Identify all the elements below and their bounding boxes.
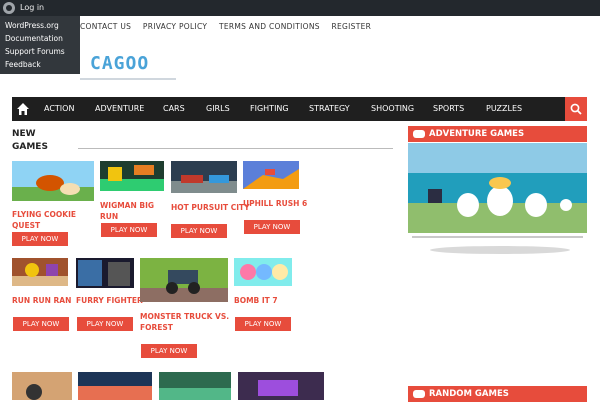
game-title[interactable]: UPHILL RUSH 6 [243, 198, 313, 209]
search-icon [570, 103, 582, 115]
game-title[interactable]: WIGMAN BIG RUN [100, 200, 170, 222]
game-thumbnail[interactable] [100, 161, 164, 191]
nav-shooting[interactable]: SHOOTING [371, 97, 414, 121]
game-thumbnail[interactable] [159, 372, 231, 400]
site-logo[interactable]: CAGOO [80, 50, 180, 80]
game-title[interactable]: FURRY FIGHTER [76, 295, 146, 306]
nav-puzzles[interactable]: PUZZLES [486, 97, 522, 121]
adventure-games-widget-header: ADVENTURE GAMES [408, 126, 587, 142]
game-title[interactable]: FLYING COOKIE QUEST [12, 209, 102, 231]
play-now-button[interactable]: PLAY NOW [235, 317, 291, 331]
terms-link[interactable]: TERMS AND CONDITIONS [219, 22, 320, 31]
play-now-button[interactable]: PLAY NOW [171, 224, 227, 238]
game-thumbnail[interactable] [140, 258, 228, 302]
adventure-game-image[interactable] [408, 143, 587, 233]
logo-underline [80, 78, 176, 80]
login-link[interactable]: Log in [20, 2, 44, 14]
top-nav: CONTACT US PRIVACY POLICY TERMS AND COND… [80, 22, 380, 31]
game-thumbnail[interactable] [243, 161, 299, 189]
privacy-policy-link[interactable]: PRIVACY POLICY [143, 22, 207, 31]
section-divider [78, 148, 393, 149]
wordpress-logo-icon[interactable] [3, 2, 15, 14]
game-card[interactable] [76, 258, 134, 288]
search-button[interactable] [565, 97, 587, 121]
wordpress-dropdown-menu: WordPress.org Documentation Support Foru… [0, 16, 80, 74]
nav-girls[interactable]: GIRLS [206, 97, 230, 121]
play-now-button[interactable]: PLAY NOW [12, 232, 68, 246]
game-title[interactable]: BOMB IT 7 [234, 295, 294, 306]
game-title[interactable]: RUN RUN RAN [12, 295, 82, 306]
game-thumbnail[interactable] [76, 258, 134, 288]
gamepad-icon [413, 390, 425, 398]
game-card[interactable] [171, 161, 237, 193]
nav-sports[interactable]: SPORTS [433, 97, 464, 121]
play-now-button[interactable]: PLAY NOW [244, 220, 300, 234]
menu-item-wordpress-org[interactable]: WordPress.org [0, 19, 80, 32]
game-thumbnail[interactable] [238, 372, 324, 400]
game-card[interactable] [234, 258, 292, 286]
widget-divider [412, 236, 583, 238]
game-card[interactable] [100, 161, 164, 191]
wp-admin-bar: Log in [0, 0, 600, 16]
game-thumbnail[interactable] [234, 258, 292, 286]
contact-us-link[interactable]: CONTACT US [80, 22, 131, 31]
nav-strategy[interactable]: STRATEGY [309, 97, 350, 121]
game-thumbnail[interactable] [78, 372, 152, 400]
nav-adventure[interactable]: ADVENTURE [95, 97, 144, 121]
widget-shadow [430, 246, 570, 254]
play-now-button[interactable]: PLAY NOW [141, 344, 197, 358]
game-card[interactable] [243, 161, 299, 189]
game-title[interactable]: HOT PURSUIT CITY [171, 202, 251, 213]
home-icon [17, 103, 29, 115]
nav-fighting[interactable]: FIGHTING [250, 97, 289, 121]
widget-title: ADVENTURE GAMES [429, 129, 525, 139]
play-now-button[interactable]: PLAY NOW [13, 317, 69, 331]
nav-action[interactable]: ACTION [44, 97, 74, 121]
gamepad-icon [413, 130, 425, 138]
game-thumbnail[interactable] [171, 161, 237, 193]
game-title[interactable]: MONSTER TRUCK VS. FOREST [140, 311, 230, 333]
play-now-button[interactable]: PLAY NOW [77, 317, 133, 331]
game-thumbnail[interactable] [12, 161, 94, 201]
main-nav: ACTION ADVENTURE CARS GIRLS FIGHTING STR… [12, 97, 587, 121]
logo-text: CAGOO [90, 53, 150, 74]
game-thumbnail[interactable] [12, 372, 72, 400]
game-thumbnail[interactable] [12, 258, 68, 286]
register-link[interactable]: REGISTER [332, 22, 372, 31]
play-now-button[interactable]: PLAY NOW [101, 223, 157, 237]
section-title: NEW GAMES [12, 129, 48, 152]
home-button[interactable] [12, 97, 34, 121]
game-card[interactable] [12, 161, 94, 201]
menu-item-feedback[interactable]: Feedback [0, 58, 80, 71]
game-card[interactable] [12, 258, 68, 286]
game-card[interactable] [140, 258, 228, 302]
menu-item-documentation[interactable]: Documentation [0, 32, 80, 45]
menu-item-support-forums[interactable]: Support Forums [0, 45, 80, 58]
nav-cars[interactable]: CARS [163, 97, 185, 121]
adventure-game-banner[interactable] [408, 143, 587, 233]
